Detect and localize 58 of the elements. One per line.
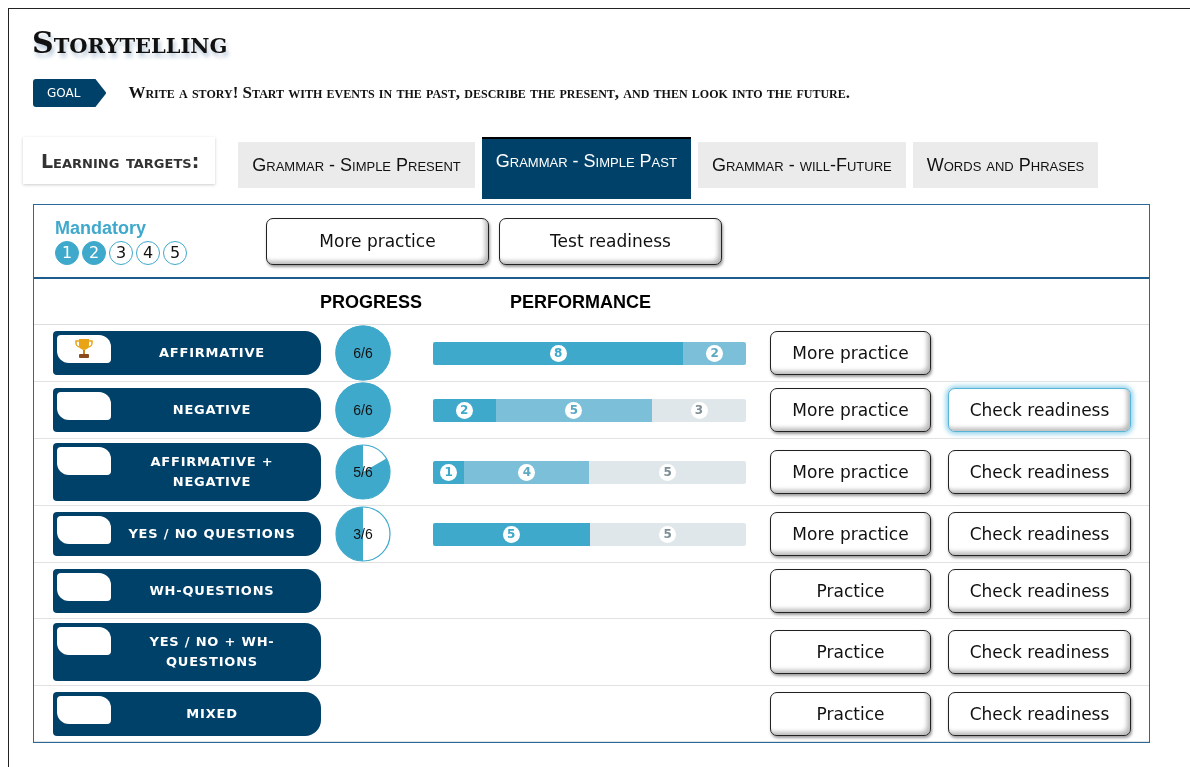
action-button[interactable]: Test readiness — [499, 217, 722, 265]
action-button[interactable]: More practice — [770, 331, 931, 375]
topic-text: AFFIRMATIVE + NEGATIVE — [149, 453, 275, 491]
progress-pie — [335, 506, 391, 562]
count-badge: 5 — [502, 525, 520, 543]
action-button[interactable]: More practice — [770, 450, 931, 494]
topic-label[interactable]: WH-QUESTIONS — [53, 568, 321, 613]
count-badge: 5 — [565, 401, 583, 419]
target-tab[interactable]: Grammar - will-Future — [697, 142, 906, 188]
progress-text: 6/6 — [353, 402, 373, 418]
action-button[interactable]: Practice — [770, 568, 931, 613]
count-badge: 3 — [690, 401, 708, 419]
action-button[interactable]: More practice — [266, 217, 489, 265]
topic-label[interactable]: YES / NO + WH-QUESTIONS — [53, 623, 321, 681]
topic-label[interactable]: YES / NO QUESTIONS — [53, 512, 321, 556]
count-badge: 5 — [659, 525, 677, 543]
topic-label[interactable]: AFFIRMATIVE — [53, 331, 321, 375]
target-tab[interactable]: Grammar - Simple Present — [238, 142, 475, 188]
progress-pie — [335, 444, 391, 500]
count-badge: 2 — [706, 344, 724, 362]
topic-text: WH-QUESTIONS — [149, 581, 275, 600]
action-button[interactable]: Check readiness — [948, 450, 1131, 494]
page-title: Storytelling — [32, 24, 228, 62]
goal-text: Write a story! Start with events in the past, describe the present, and then look into the future. — [128, 83, 850, 103]
action-button[interactable]: Practice — [770, 630, 931, 674]
column-header: PROGRESS — [320, 290, 423, 313]
action-button[interactable]: More practice — [770, 388, 931, 432]
action-button[interactable]: Practice — [770, 691, 931, 736]
count-badge: 8 — [549, 344, 567, 362]
progress-text: 3/6 — [353, 526, 373, 542]
progress-text: 5/6 — [353, 464, 373, 480]
progress-text: 6/6 — [353, 345, 373, 361]
learning-targets-label: Learning targets: — [23, 137, 216, 184]
column-header: PERFORMANCE — [510, 290, 652, 313]
topic-label[interactable]: AFFIRMATIVE + NEGATIVE — [53, 443, 321, 501]
action-button[interactable]: Check readiness — [948, 630, 1131, 674]
topic-label[interactable]: NEGATIVE — [53, 388, 321, 432]
topic-text: MIXED — [186, 704, 238, 723]
action-button[interactable]: Check readiness — [948, 691, 1131, 736]
topic-text: NEGATIVE — [172, 401, 252, 419]
count-badge: 4 — [518, 463, 536, 481]
action-button[interactable]: Check readiness — [948, 388, 1131, 432]
topic-text: YES / NO + WH-QUESTIONS — [148, 633, 276, 671]
mandatory-label: Mandatory — [55, 217, 146, 239]
count-badge: 5 — [659, 463, 677, 481]
progress-pie — [335, 382, 391, 438]
topic-text: AFFIRMATIVE — [158, 344, 266, 362]
target-tab[interactable]: Grammar - Simple Past — [481, 137, 691, 199]
topic-text: YES / NO QUESTIONS — [128, 525, 296, 543]
goal-badge: GOAL — [33, 79, 107, 107]
count-badge: 1 — [440, 463, 458, 481]
action-button[interactable]: Check readiness — [948, 568, 1131, 613]
progress-pie — [335, 325, 391, 381]
action-button[interactable]: More practice — [770, 512, 931, 556]
action-button[interactable]: Check readiness — [948, 512, 1131, 556]
count-badge: 2 — [455, 401, 473, 419]
topic-label[interactable]: MIXED — [53, 691, 321, 736]
target-tab[interactable]: Words and Phrases — [912, 142, 1099, 188]
